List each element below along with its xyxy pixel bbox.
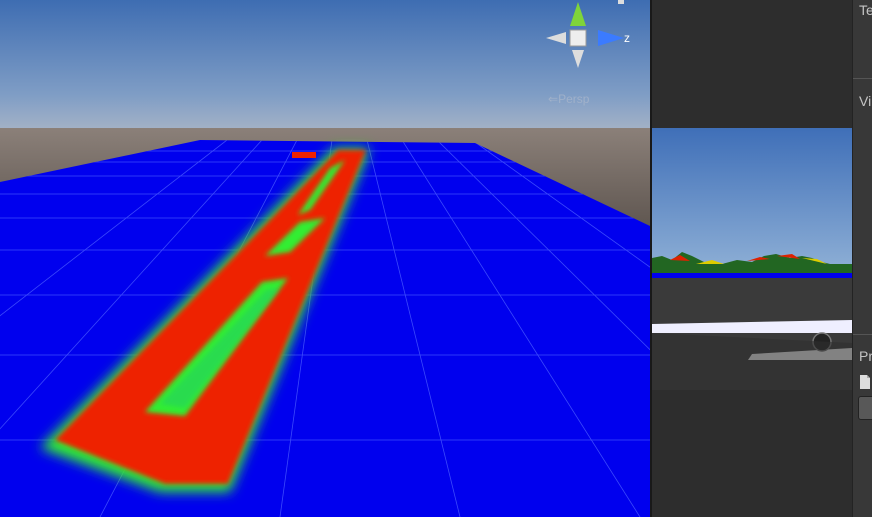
inspector-button[interactable] <box>858 396 872 420</box>
gizmo-z-label: z <box>624 31 630 45</box>
section-divider <box>853 78 872 79</box>
inspector-section-label: Pr <box>859 348 872 364</box>
inspector-panel: Te Vi Pr <box>852 0 872 517</box>
projection-label: Persp <box>558 92 590 106</box>
section-divider <box>853 334 872 335</box>
inspector-section-label: Te <box>859 2 872 18</box>
file-icon[interactable] <box>859 375 871 389</box>
heat-spot <box>292 152 316 158</box>
inspector-section-label: Vi <box>859 93 872 109</box>
scene-view[interactable]: z ⇐Persp <box>0 0 650 517</box>
preview-canvas <box>652 128 852 390</box>
projection-toggle[interactable]: ⇐Persp <box>548 92 589 106</box>
sky <box>0 0 650 135</box>
gizmo-center-cube-icon[interactable] <box>569 29 587 47</box>
scene-canvas: z <box>0 0 650 517</box>
projection-arrow-icon: ⇐ <box>548 92 559 106</box>
camera-preview <box>652 128 852 390</box>
